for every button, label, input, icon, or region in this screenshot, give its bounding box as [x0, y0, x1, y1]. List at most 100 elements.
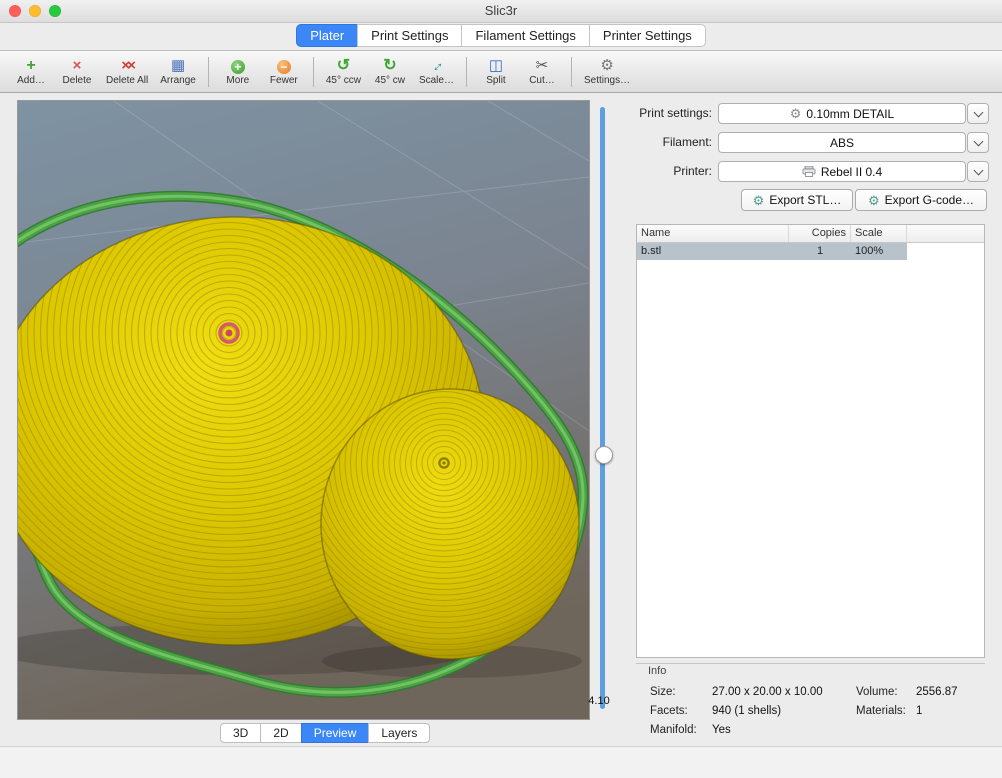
status-strip — [0, 746, 1002, 778]
arrange-button[interactable]: ▦ Arrange — [154, 53, 202, 91]
export-gcode-icon: ⚙ — [868, 194, 880, 207]
chevron-down-icon — [973, 136, 983, 146]
rotate-ccw-button[interactable]: ↺ 45° ccw — [320, 53, 367, 91]
view-tab-preview[interactable]: Preview — [301, 723, 370, 743]
object-scale-cell: 100% — [851, 243, 907, 260]
print-settings-select[interactable]: ⚙ 0.10mm DETAIL — [718, 103, 966, 124]
manifold-label: Manifold: — [650, 724, 697, 736]
export-gcode-label: Export G-code… — [885, 193, 974, 207]
export-stl-button[interactable]: ⚙ Export STL… — [741, 189, 853, 211]
split-button[interactable]: ◫ Split — [473, 53, 519, 91]
slic3r-window: Slic3r Plater Print Settings Filament Se… — [0, 0, 1002, 778]
split-label: Split — [486, 75, 505, 86]
rotate-cw-icon: ↻ — [383, 57, 396, 74]
filament-dropdown-button[interactable] — [967, 132, 989, 153]
settings-button[interactable]: ⚙ Settings… — [578, 53, 636, 91]
tab-print-settings[interactable]: Print Settings — [357, 24, 462, 47]
print-settings-value: 0.10mm DETAIL — [806, 107, 894, 121]
fewer-icon: − — [277, 60, 291, 74]
facets-label: Facets: — [650, 705, 688, 717]
arrange-label: Arrange — [160, 75, 196, 86]
delete-all-button[interactable]: ×× Delete All — [100, 53, 154, 91]
chevron-down-icon — [973, 165, 983, 175]
filament-label: Filament: — [600, 132, 712, 153]
materials-value: 1 — [916, 705, 922, 717]
layer-slider-track[interactable] — [600, 107, 605, 709]
delete-all-icon: ×× — [121, 57, 133, 74]
column-header-scale[interactable]: Scale — [851, 225, 907, 242]
export-gcode-button[interactable]: ⚙ Export G-code… — [855, 189, 987, 211]
column-header-copies[interactable]: Copies — [789, 225, 851, 242]
window-title: Slic3r — [0, 0, 1002, 22]
more-icon: + — [231, 60, 245, 74]
toolbar-separator — [466, 57, 467, 87]
toolbar-separator — [313, 57, 314, 87]
object-name-cell: b.stl — [637, 243, 789, 260]
more-button[interactable]: + More — [215, 53, 261, 91]
arrange-icon: ▦ — [171, 57, 185, 74]
size-label: Size: — [650, 686, 676, 698]
toolbar: + Add… × Delete ×× Delete All ▦ Arrange … — [0, 50, 1002, 93]
scale-button[interactable]: ↔ Scale… — [413, 53, 460, 91]
tab-filament-settings[interactable]: Filament Settings — [461, 24, 589, 47]
cut-label: Cut… — [529, 75, 555, 86]
delete-label: Delete — [63, 75, 92, 86]
add-icon: + — [26, 57, 35, 74]
rotate-cw-button[interactable]: ↻ 45° cw — [367, 53, 413, 91]
settings-icon: ⚙ — [600, 57, 613, 74]
cut-button[interactable]: ✂ Cut… — [519, 53, 565, 91]
fewer-label: Fewer — [270, 75, 298, 86]
object-list-header: Name Copies Scale — [637, 225, 984, 243]
rotate-cw-label: 45° cw — [375, 75, 405, 86]
tab-plater[interactable]: Plater — [296, 24, 358, 47]
toolbar-separator — [208, 57, 209, 87]
cut-icon: ✂ — [536, 57, 549, 74]
materials-label: Materials: — [856, 705, 906, 717]
gear-icon: ⚙ — [790, 107, 802, 120]
fewer-button[interactable]: − Fewer — [261, 53, 307, 91]
3d-viewport[interactable] — [17, 100, 590, 720]
view-tab-layers[interactable]: Layers — [368, 723, 430, 743]
layer-height-value: 4.10 — [582, 695, 616, 707]
export-stl-icon: ⚙ — [753, 194, 765, 207]
printer-icon — [802, 166, 816, 177]
view-mode-tabs: 3D 2D Preview Layers — [220, 723, 430, 743]
printer-dropdown-button[interactable] — [967, 161, 989, 182]
filament-select[interactable]: ABS — [718, 132, 966, 153]
printer-value: Rebel II 0.4 — [821, 165, 882, 179]
size-value: 27.00 x 20.00 x 10.00 — [712, 686, 823, 698]
titlebar: Slic3r — [0, 0, 1002, 23]
column-header-name[interactable]: Name — [637, 225, 789, 242]
toolbar-separator — [571, 57, 572, 87]
chevron-down-icon — [973, 107, 983, 117]
object-copies-cell: 1 — [789, 243, 851, 260]
volume-value: 2556.87 — [916, 686, 958, 698]
add-button[interactable]: + Add… — [8, 53, 54, 91]
delete-button[interactable]: × Delete — [54, 53, 100, 91]
info-title: Info — [648, 665, 666, 677]
view-tab-2d[interactable]: 2D — [260, 723, 301, 743]
view-tab-3d[interactable]: 3D — [220, 723, 261, 743]
settings-label: Settings… — [584, 75, 630, 86]
layer-slider-thumb[interactable] — [595, 446, 613, 464]
main-tab-bar: Plater Print Settings Filament Settings … — [0, 24, 1002, 47]
object-list[interactable]: Name Copies Scale b.stl 1 100% — [636, 224, 985, 658]
add-label: Add… — [17, 75, 45, 86]
manifold-value: Yes — [712, 724, 731, 736]
scale-icon: ↔ — [429, 57, 444, 74]
printer-select[interactable]: Rebel II 0.4 — [718, 161, 966, 182]
info-divider — [636, 663, 985, 664]
more-label: More — [226, 75, 249, 86]
filament-value: ABS — [830, 136, 854, 150]
print-settings-label: Print settings: — [600, 103, 712, 124]
delete-all-label: Delete All — [106, 75, 148, 86]
preview-scene — [18, 101, 589, 719]
print-settings-dropdown-button[interactable] — [967, 103, 989, 124]
volume-label: Volume: — [856, 686, 898, 698]
facets-value: 940 (1 shells) — [712, 705, 781, 717]
printer-label: Printer: — [600, 161, 712, 182]
table-row[interactable]: b.stl 1 100% — [637, 243, 907, 260]
rotate-ccw-label: 45° ccw — [326, 75, 361, 86]
tab-printer-settings[interactable]: Printer Settings — [589, 24, 706, 47]
rotate-ccw-icon: ↺ — [337, 57, 350, 74]
